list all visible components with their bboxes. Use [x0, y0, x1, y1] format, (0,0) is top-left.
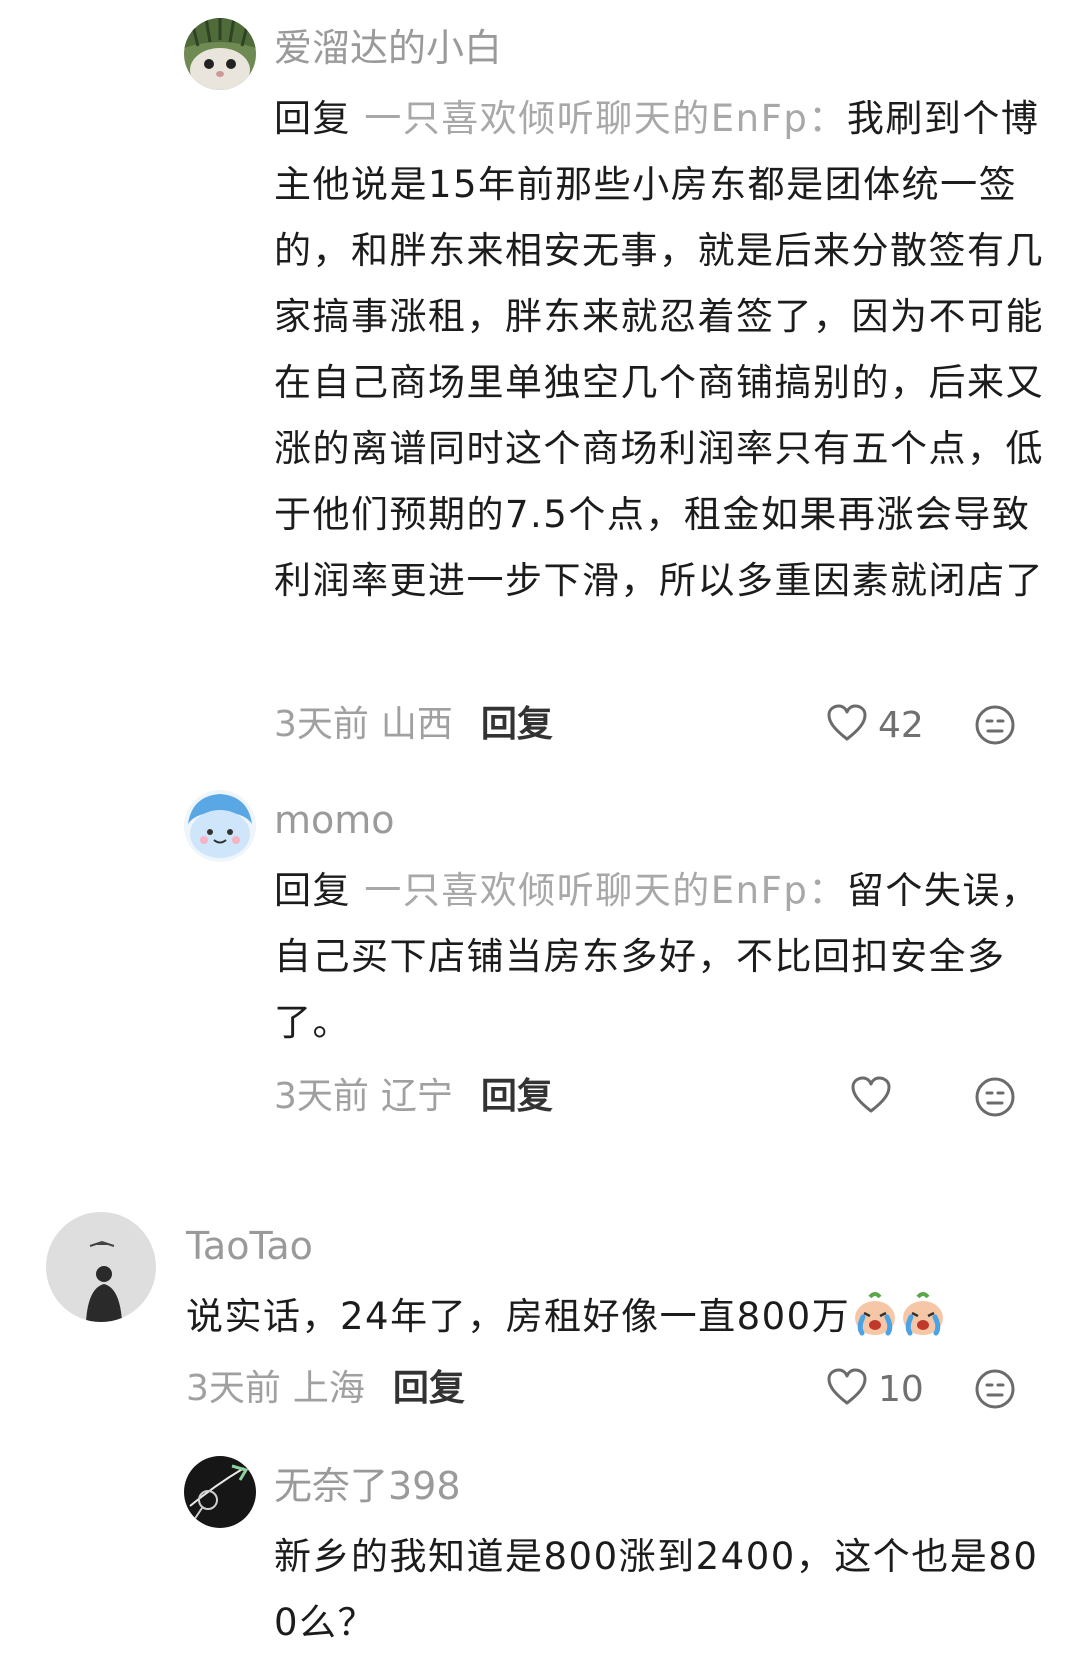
timestamp: 3天前 [186, 1368, 281, 1409]
crying-face-emoji [852, 1291, 898, 1337]
username[interactable]: momo [274, 796, 395, 844]
comment-meta: 3天前 上海 回复 [186, 1366, 465, 1412]
comment-meta: 3天前 山西 回复 [274, 702, 553, 748]
reply-target-username[interactable]: 一只喜欢倾听聊天的EnFp： [364, 869, 847, 912]
like-count: 10 [878, 1368, 924, 1410]
avatar[interactable] [184, 790, 256, 862]
neutral-face-icon[interactable] [974, 704, 1016, 750]
reply-prefix: 回复 [274, 869, 351, 912]
like-count: 42 [878, 704, 924, 746]
comment-body: 说实话，24年了，房租好像一直800万 [186, 1295, 851, 1338]
location: 山西 [380, 704, 453, 745]
like-button[interactable] [850, 1074, 902, 1120]
neutral-face-icon[interactable] [974, 1076, 1016, 1122]
reply-button[interactable]: 回复 [393, 1368, 465, 1409]
heart-outline-icon [826, 1367, 868, 1411]
comment-body: 我刷到个博主他说是15年前那些小房东都是团体统一签的，和胖东来相安无事，就是后来… [274, 97, 1044, 602]
location: 上海 [292, 1368, 365, 1409]
username[interactable]: 无奈了398 [274, 1462, 461, 1510]
reply-button[interactable]: 回复 [481, 1076, 553, 1117]
username[interactable]: TaoTao [186, 1222, 313, 1270]
location: 辽宁 [380, 1076, 453, 1117]
avatar[interactable] [184, 18, 256, 90]
heart-outline-icon [826, 703, 868, 747]
timestamp: 3天前 [274, 1076, 369, 1117]
crying-face-emoji [900, 1291, 946, 1337]
neutral-face-icon[interactable] [974, 1368, 1016, 1414]
comment-text: 回复 一只喜欢倾听聊天的EnFp：留个失误，自己买下店铺当房东多好，不比回扣安全… [274, 858, 1044, 1056]
comment-text: 回复 一只喜欢倾听聊天的EnFp：我刷到个博主他说是15年前那些小房东都是团体统… [274, 86, 1044, 614]
like-button[interactable]: 10 [826, 1366, 924, 1412]
timestamp: 3天前 [274, 704, 369, 745]
username[interactable]: 爱溜达的小白 [274, 24, 502, 72]
comment-body: 新乡的我知道是800涨到2400，这个也是800么？ [274, 1535, 1039, 1644]
reply-prefix: 回复 [274, 97, 351, 140]
reply-target-username[interactable]: 一只喜欢倾听聊天的EnFp： [364, 97, 847, 140]
comment-meta: 3天前 辽宁 回复 [274, 1074, 553, 1120]
heart-outline-icon [850, 1075, 892, 1119]
comment-text: 说实话，24年了，房租好像一直800万 [186, 1284, 1046, 1350]
reply-button[interactable]: 回复 [481, 704, 553, 745]
avatar[interactable] [46, 1212, 156, 1322]
avatar[interactable] [184, 1456, 256, 1528]
comment-text: 新乡的我知道是800涨到2400，这个也是800么？ [274, 1524, 1044, 1656]
like-button[interactable]: 42 [826, 702, 924, 748]
